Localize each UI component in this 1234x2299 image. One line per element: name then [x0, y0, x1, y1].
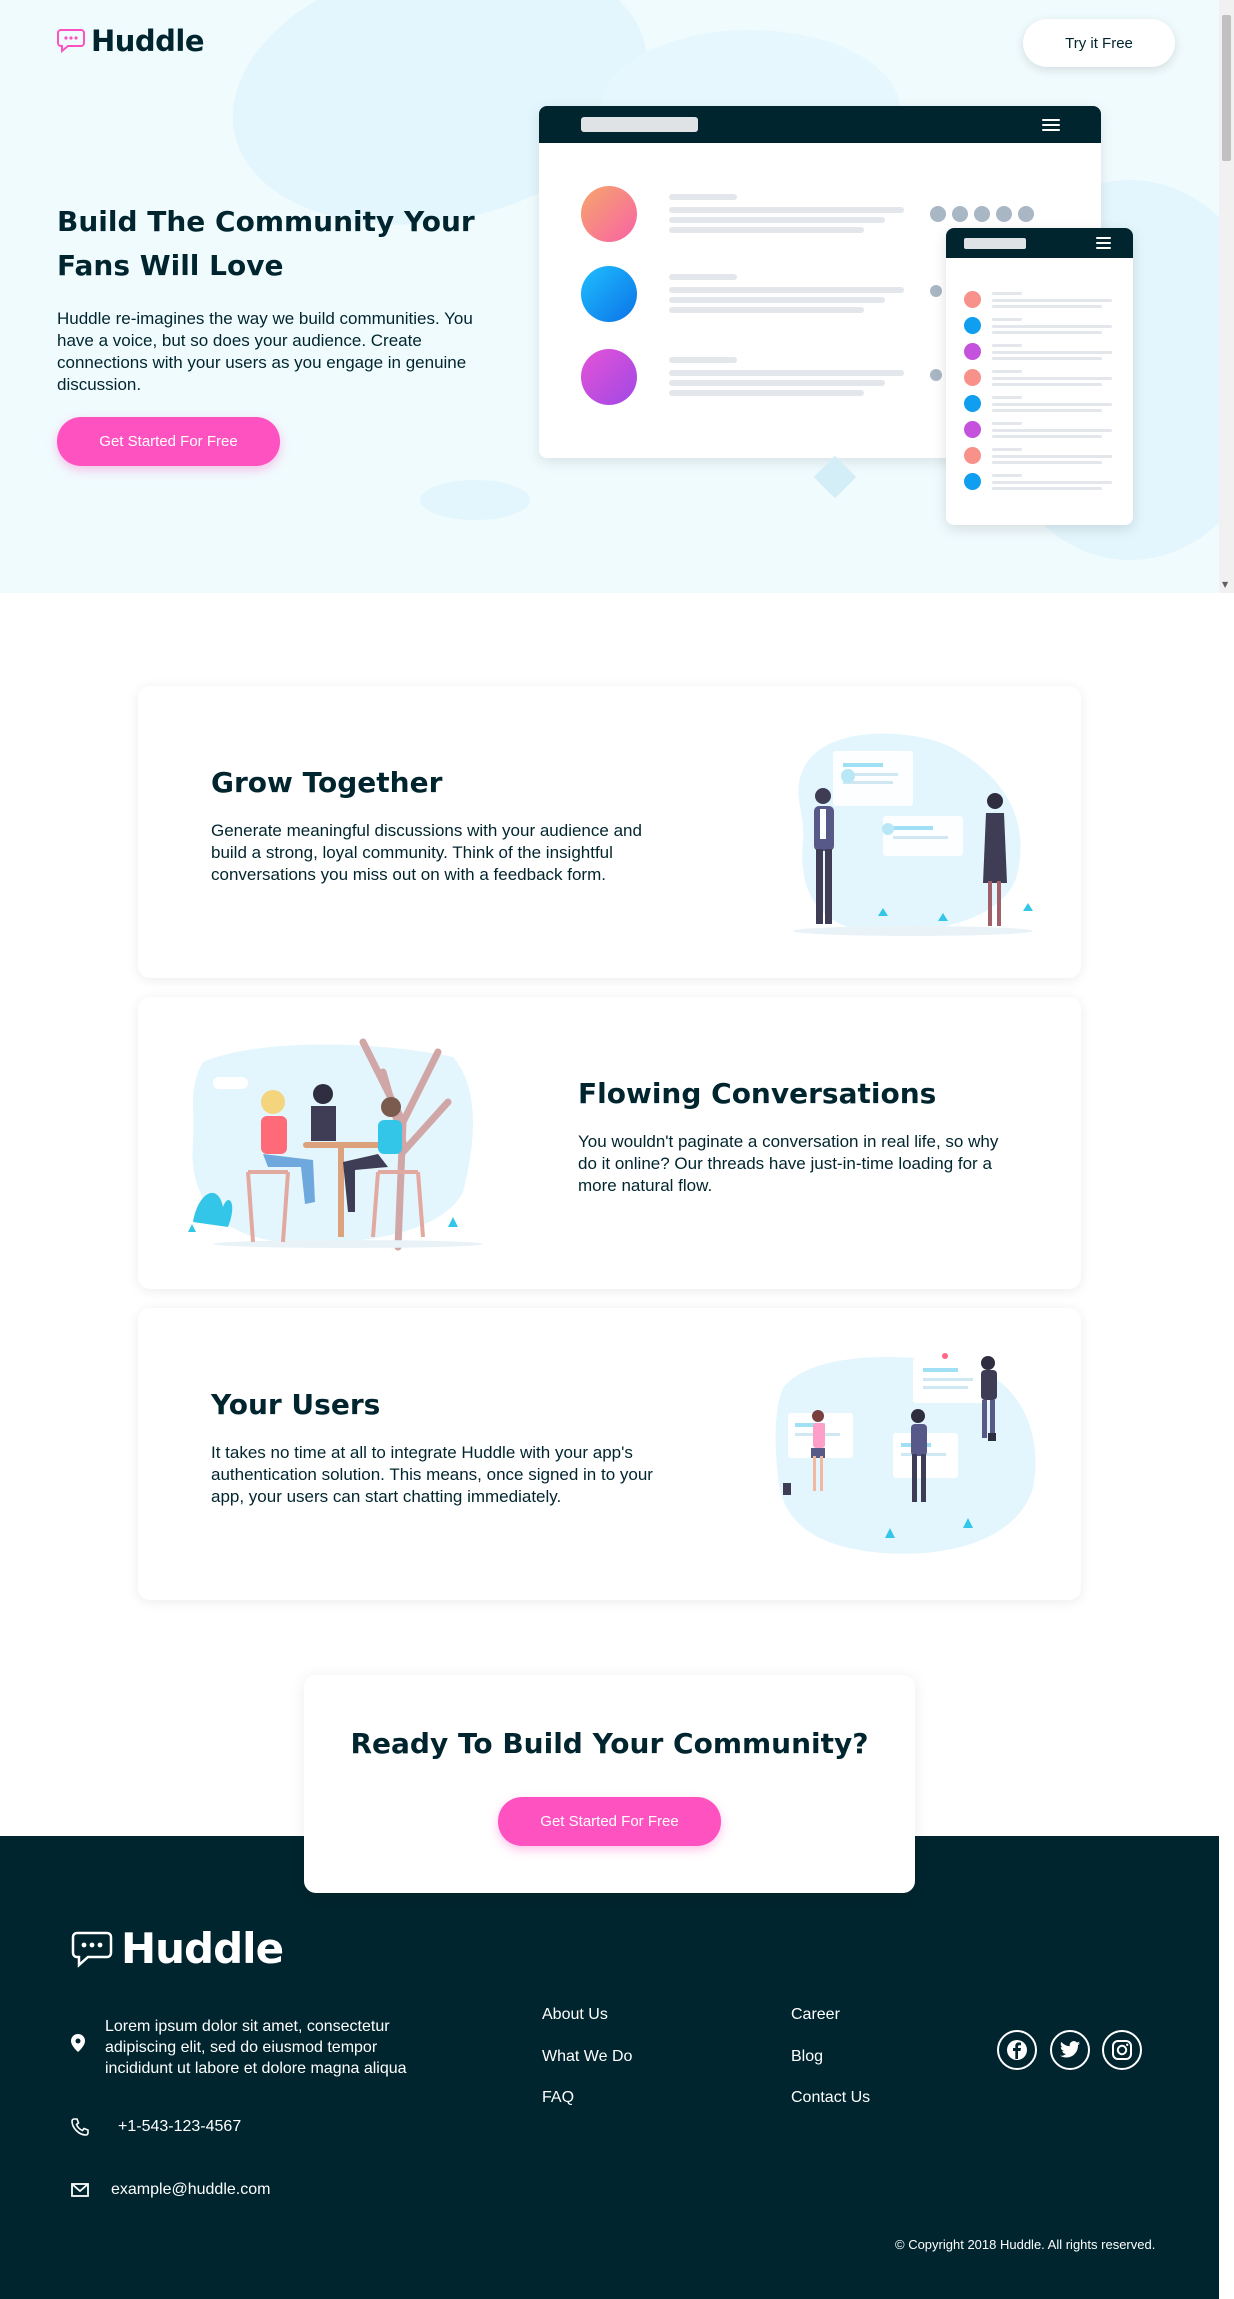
your-users-illustration — [775, 1353, 1036, 1554]
scrollbar-thumb[interactable] — [1222, 15, 1231, 161]
get-started-button[interactable]: Get Started For Free — [57, 417, 280, 466]
feature-text: It takes no time at all to integrate Hud… — [211, 1443, 653, 1506]
scroll-down-arrow-icon[interactable]: ▼ — [1222, 580, 1228, 589]
feature-title: Grow Together — [211, 766, 443, 799]
flowing-conversation-illustration — [188, 1038, 483, 1251]
scrollbar[interactable]: ▼ — [1219, 0, 1234, 593]
avatar — [581, 266, 637, 322]
feature-title: Your Users — [211, 1388, 381, 1421]
footer-link-faq[interactable]: FAQ — [542, 2089, 574, 2107]
instagram-icon[interactable] — [1102, 2030, 1142, 2070]
avatar — [581, 186, 637, 242]
copyright-text: © Copyright 2018 Huddle. All rights rese… — [895, 2237, 1156, 2252]
try-it-free-button[interactable]: Try it Free — [1023, 19, 1175, 67]
feature-text: You wouldn't paginate a conversation in … — [578, 1132, 999, 1195]
email-icon — [71, 2183, 89, 2197]
footer-logo[interactable]: Huddle — [71, 1924, 284, 1973]
footer: Huddle Lorem ipsum dolor sit amet, conse… — [0, 1836, 1219, 2299]
hero-description: Huddle re-imagines the way we build comm… — [57, 309, 473, 394]
footer-logo-text: Huddle — [121, 1924, 284, 1973]
footer-email[interactable]: example@huddle.com — [111, 2181, 270, 2199]
facebook-icon[interactable] — [997, 2030, 1037, 2070]
mockup-toolbar — [539, 106, 1101, 143]
decorative-diamond — [813, 455, 857, 499]
footer-phone[interactable]: +1-543-123-4567 — [118, 2118, 241, 2136]
cta-get-started-button[interactable]: Get Started For Free — [498, 1797, 721, 1846]
hero-title: Build The Community Your Fans Will Love — [57, 205, 475, 282]
mockup-toolbar — [946, 228, 1133, 258]
footer-link-what-we-do[interactable]: What We Do — [542, 2048, 632, 2066]
footer-address: Lorem ipsum dolor sit amet, consectetur … — [105, 2018, 407, 2077]
feature-card: Grow Together Generate meaningful discus… — [138, 686, 1081, 978]
hamburger-icon — [1096, 237, 1111, 249]
hero-section: Huddle Try it Free Build The Community Y… — [0, 0, 1219, 593]
hero-mockup-sidebar — [946, 228, 1133, 525]
avatar — [581, 349, 637, 405]
logo-text: Huddle — [91, 24, 205, 58]
chat-bubble-icon — [71, 1931, 113, 1968]
feature-title: Flowing Conversations — [578, 1077, 937, 1110]
feature-card: Flowing Conversations You wouldn't pagin… — [138, 997, 1081, 1289]
cta-card: Ready To Build Your Community? Get Start… — [304, 1675, 915, 1893]
hamburger-icon — [1042, 119, 1060, 131]
mockup-dots — [930, 206, 1034, 222]
feature-card: Your Users It takes no time at all to in… — [138, 1308, 1081, 1600]
phone-icon — [71, 2118, 89, 2136]
footer-link-contact-us[interactable]: Contact Us — [791, 2089, 870, 2107]
mockup-title-placeholder — [581, 117, 698, 132]
hero-background-shape — [420, 480, 530, 520]
footer-link-about-us[interactable]: About Us — [542, 2006, 608, 2024]
chat-bubble-icon — [57, 29, 85, 54]
footer-link-career[interactable]: Career — [791, 2006, 840, 2024]
header-logo[interactable]: Huddle — [57, 24, 205, 58]
footer-link-blog[interactable]: Blog — [791, 2048, 823, 2066]
location-pin-icon — [71, 2034, 85, 2052]
feature-text: Generate meaningful discussions with you… — [211, 821, 642, 884]
cta-title: Ready To Build Your Community? — [350, 1727, 869, 1760]
twitter-icon[interactable] — [1050, 2030, 1090, 2070]
grow-together-illustration — [793, 733, 1033, 936]
